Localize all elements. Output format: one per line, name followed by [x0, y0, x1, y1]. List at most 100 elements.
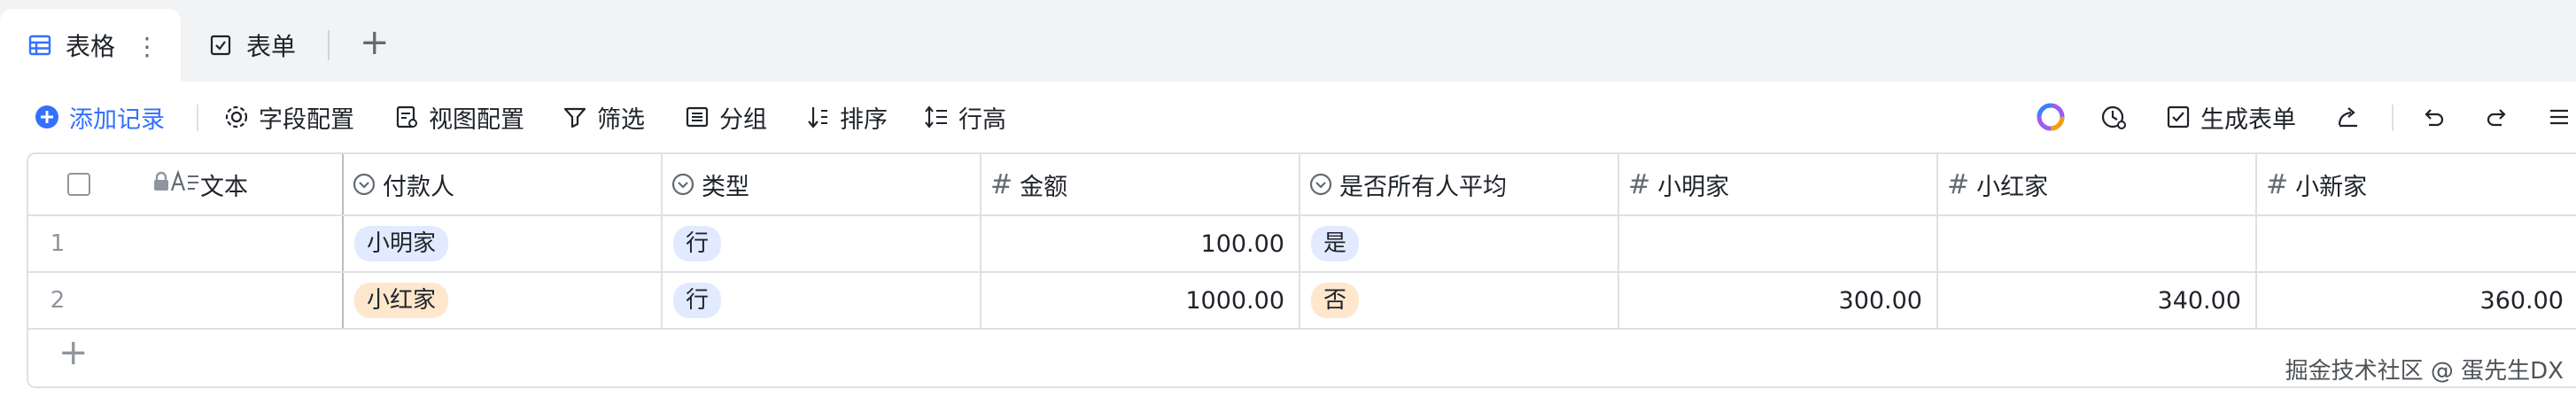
history-icon [2101, 105, 2126, 129]
xiaoxin-cell[interactable] [2257, 216, 2576, 271]
add-row-icon[interactable]: + [58, 335, 89, 370]
header-cell-amount[interactable]: # 金额 [982, 154, 1300, 214]
tab-form-view[interactable]: 表单 [206, 9, 296, 82]
gear-icon [225, 105, 248, 128]
add-view-icon[interactable]: + [360, 25, 390, 60]
history-button[interactable] [2099, 92, 2137, 142]
share-button[interactable] [2335, 92, 2370, 142]
number-icon: # [2266, 168, 2289, 200]
column-label: 小红家 [1976, 173, 2049, 201]
more-options-icon[interactable]: ⋮ [135, 32, 159, 61]
data-grid: 文本 付款人 类型 # 金额 是否所有人平均 # 小明家 # 小红家 # 小新家 [27, 152, 2576, 388]
header-cell-xiaohong[interactable]: # 小红家 [1938, 154, 2257, 214]
toolbar-divider [2392, 105, 2394, 131]
equal-split-cell[interactable]: 是 [1300, 216, 1619, 271]
field-config-label: 字段配置 [259, 105, 354, 134]
form-icon [2167, 105, 2190, 128]
tab-divider [328, 30, 330, 60]
column-label: 类型 [702, 173, 749, 201]
menu-icon [2550, 109, 2568, 125]
row-number: 2 [50, 287, 66, 314]
payer-cell[interactable]: 小红家 [344, 273, 663, 328]
single-select-icon [1309, 173, 1332, 196]
number-icon: # [1628, 168, 1651, 200]
xiaoxin-cell[interactable]: 360.00 [2257, 273, 2576, 328]
xiaohong-cell[interactable]: 340.00 [1938, 273, 2257, 328]
row-height-button[interactable]: 行高 [923, 92, 1006, 142]
amount-cell[interactable]: 100.00 [982, 216, 1300, 271]
sort-icon [808, 107, 827, 128]
header-cell-type[interactable]: 类型 [663, 154, 982, 214]
tab-label: 表格 [66, 32, 116, 61]
redo-icon [2487, 109, 2506, 127]
column-label: 金额 [1020, 173, 1068, 201]
generate-form-button[interactable]: 生成表单 [2165, 92, 2296, 142]
field-config-button[interactable]: 字段配置 [223, 92, 354, 142]
share-icon [2338, 107, 2357, 128]
select-all-checkbox[interactable] [67, 173, 90, 196]
redo-button[interactable] [2484, 92, 2519, 142]
header-cell-xiaoming[interactable]: # 小明家 [1619, 154, 1938, 214]
undo-icon [2425, 109, 2444, 127]
view-config-label: 视图配置 [429, 105, 524, 134]
tab-table-view[interactable]: 表格 ⋮ [0, 9, 181, 82]
type-cell[interactable]: 行 [663, 273, 982, 328]
number-icon: # [1947, 168, 1970, 200]
payer-tag: 小红家 [354, 283, 449, 318]
view-config-button[interactable]: 视图配置 [393, 92, 524, 142]
column-label: 付款人 [383, 173, 454, 201]
xiaoming-cell[interactable]: 300.00 [1619, 273, 1938, 328]
text-cell[interactable] [87, 273, 344, 328]
grid-header-row: 文本 付款人 类型 # 金额 是否所有人平均 # 小明家 # 小红家 # 小新家 [28, 154, 2576, 216]
header-cell-text[interactable]: 文本 [28, 154, 344, 214]
plus-circle-icon [35, 105, 58, 128]
group-button[interactable]: 分组 [684, 92, 767, 142]
table-row[interactable]: 2 小红家 行 1000.00 否 300.00 340.00 360.00 [28, 273, 2576, 330]
add-record-label: 添加记录 [69, 105, 165, 134]
header-cell-equal-split[interactable]: 是否所有人平均 [1300, 154, 1619, 214]
single-select-icon [671, 173, 694, 196]
form-icon [206, 30, 236, 60]
text-cell[interactable] [87, 216, 344, 271]
payer-tag: 小明家 [354, 226, 449, 261]
header-cell-xiaoxin[interactable]: # 小新家 [2257, 154, 2576, 214]
lock-icon [152, 171, 170, 198]
watermark: 掘金技术社区 @ 蛋先生DX [2285, 358, 2564, 385]
row-height-label: 行高 [958, 105, 1006, 134]
column-label: 是否所有人平均 [1339, 173, 1507, 201]
filter-button[interactable]: 筛选 [562, 92, 645, 142]
ai-assistant-button[interactable] [2036, 92, 2075, 142]
xiaohong-cell[interactable] [1938, 216, 2257, 271]
single-select-icon [353, 173, 376, 196]
toolbar-divider [197, 105, 198, 131]
sort-button[interactable]: 排序 [804, 92, 888, 142]
row-number: 1 [50, 230, 66, 257]
table-row[interactable]: 1 小明家 行 100.00 是 [28, 216, 2576, 273]
amount-cell[interactable]: 1000.00 [982, 273, 1300, 328]
tab-label: 表单 [246, 32, 297, 61]
group-label: 分组 [719, 105, 767, 134]
payer-cell[interactable]: 小明家 [344, 216, 663, 271]
undo-button[interactable] [2420, 92, 2456, 142]
view-tab-bar: 表格 ⋮ 表单 + [0, 0, 2576, 82]
column-label: 小明家 [1657, 173, 1730, 201]
group-icon [686, 106, 709, 128]
equal-split-cell[interactable]: 否 [1300, 273, 1619, 328]
more-toolbar-button[interactable] [2546, 92, 2576, 142]
header-cell-payer[interactable]: 付款人 [344, 154, 663, 214]
equal-split-tag: 是 [1311, 226, 1360, 261]
column-label: 文本 [200, 173, 248, 201]
toolbar: 添加记录 字段配置 视图配置 筛选 分组 排序 行高 生成表单 [0, 92, 2576, 142]
row-height-icon [925, 105, 947, 128]
filter-icon [563, 107, 586, 128]
xiaoming-cell[interactable] [1619, 216, 1938, 271]
filter-label: 筛选 [597, 105, 645, 134]
sort-label: 排序 [840, 105, 888, 134]
view-config-icon [396, 105, 417, 128]
add-record-button[interactable]: 添加记录 [34, 92, 165, 142]
ai-assistant-icon [2037, 103, 2065, 131]
type-tag: 行 [673, 283, 722, 318]
column-label: 小新家 [2295, 173, 2368, 201]
type-cell[interactable]: 行 [663, 216, 982, 271]
type-tag: 行 [673, 226, 722, 261]
